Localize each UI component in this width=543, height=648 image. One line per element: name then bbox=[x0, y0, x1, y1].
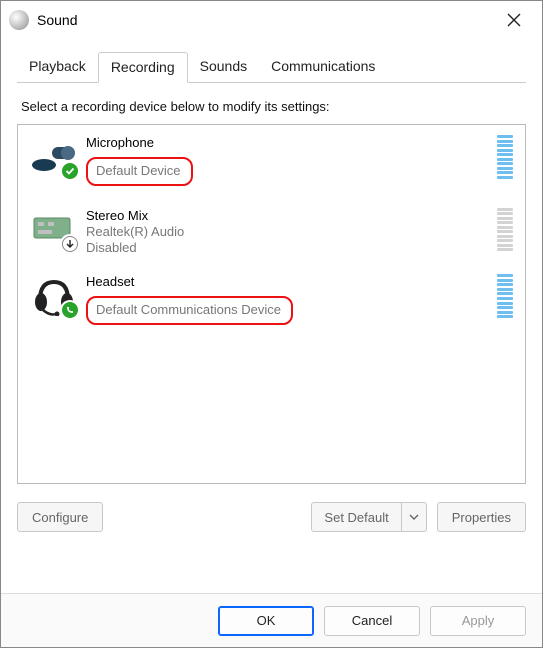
set-default-button[interactable]: Set Default bbox=[311, 502, 426, 532]
set-default-dropdown[interactable] bbox=[402, 514, 426, 520]
device-status: Default Communications Device bbox=[96, 302, 281, 317]
properties-button[interactable]: Properties bbox=[437, 502, 526, 532]
vu-meter bbox=[497, 208, 513, 252]
disabled-arrow-icon bbox=[65, 239, 75, 249]
sound-dialog: Sound Playback Recording Sounds Communic… bbox=[0, 0, 543, 648]
vu-meter bbox=[497, 135, 513, 179]
phone-icon bbox=[65, 305, 75, 315]
cancel-button[interactable]: Cancel bbox=[324, 606, 420, 636]
set-default-label: Set Default bbox=[312, 503, 401, 531]
highlight-annotation: Default Device bbox=[86, 157, 193, 186]
instruction-text: Select a recording device below to modif… bbox=[21, 99, 522, 114]
tab-communications[interactable]: Communications bbox=[259, 52, 387, 83]
device-list[interactable]: Microphone Realtek(R) Audio Default Devi… bbox=[17, 124, 526, 484]
tab-bar: Playback Recording Sounds Communications bbox=[17, 51, 526, 83]
close-icon bbox=[507, 13, 521, 27]
device-status: Disabled bbox=[86, 240, 184, 256]
tab-sounds[interactable]: Sounds bbox=[188, 52, 259, 83]
apply-button[interactable]: Apply bbox=[430, 606, 526, 636]
device-name: Stereo Mix bbox=[86, 208, 184, 224]
ok-button[interactable]: OK bbox=[218, 606, 314, 636]
device-row-stereo-mix[interactable]: Stereo Mix Realtek(R) Audio Disabled bbox=[18, 198, 525, 265]
microphone-icon bbox=[30, 135, 76, 177]
device-row-headset[interactable]: Headset RZ-S500W Default Communications … bbox=[18, 264, 525, 337]
tab-playback[interactable]: Playback bbox=[17, 52, 98, 83]
dialog-footer: OK Cancel Apply bbox=[1, 593, 542, 647]
window-title: Sound bbox=[37, 12, 77, 28]
chevron-down-icon bbox=[409, 514, 419, 520]
tab-recording[interactable]: Recording bbox=[98, 52, 188, 83]
vu-meter bbox=[497, 274, 513, 318]
device-status: Default Device bbox=[96, 163, 181, 178]
device-subtitle: Realtek(R) Audio bbox=[86, 224, 184, 240]
titlebar: Sound bbox=[1, 1, 542, 39]
headset-icon bbox=[30, 274, 76, 316]
device-row-microphone[interactable]: Microphone Realtek(R) Audio Default Devi… bbox=[18, 125, 525, 198]
sound-card-icon bbox=[30, 208, 76, 250]
check-icon bbox=[65, 166, 75, 176]
configure-button[interactable]: Configure bbox=[17, 502, 103, 532]
highlight-annotation: Default Communications Device bbox=[86, 296, 293, 325]
sound-app-icon bbox=[9, 10, 29, 30]
close-button[interactable] bbox=[494, 5, 534, 35]
